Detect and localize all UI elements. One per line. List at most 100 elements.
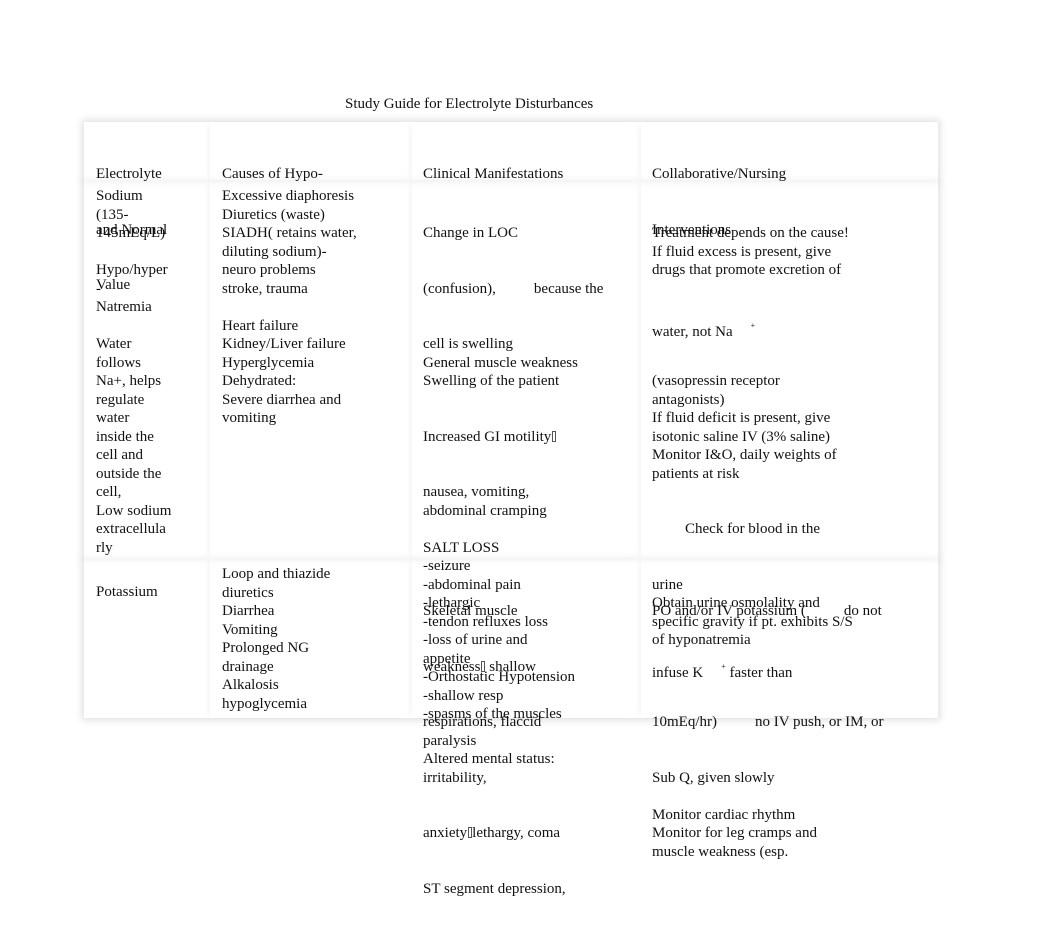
cell-text: because the bbox=[533, 280, 604, 297]
cell-line: Low sodium bbox=[96, 502, 172, 519]
cell-line: inside the bbox=[96, 428, 154, 445]
cell-line: (confusion), because the bbox=[423, 280, 641, 299]
cell-line: cell and bbox=[96, 447, 144, 463]
sodium-manifestations-cell: Change in LOC (confusion), because the ce… bbox=[412, 181, 641, 722]
header-interventions: Collaborative/Nursing Interventions bbox=[641, 122, 938, 238]
cell-text: anxiety bbox=[423, 825, 468, 841]
cell-line: outside the bbox=[96, 465, 162, 482]
cell-line: Kidney/Liver failure bbox=[222, 336, 346, 352]
cell-line: Hypo/hyper bbox=[96, 262, 168, 278]
cell-line: Dehydrated: bbox=[222, 373, 297, 389]
cell-line: Swelling of the patient bbox=[423, 373, 560, 389]
cell-line: neuro problems bbox=[222, 262, 316, 278]
cell-line: Hyperglycemia bbox=[222, 354, 315, 371]
cell-line: diuretics bbox=[222, 584, 274, 601]
cell-line: diluting sodium)- bbox=[222, 243, 327, 260]
cell-line: Diarrhea bbox=[222, 603, 275, 619]
header-electrolyte: Electrolyte and Normal Value bbox=[84, 122, 210, 293]
cell-line: Severe diarrhea and bbox=[222, 391, 342, 408]
cell-line: cell is swelling bbox=[423, 336, 513, 352]
cell-text: Increased GI motility bbox=[423, 428, 552, 445]
cell-line: Na+, helps bbox=[96, 373, 162, 389]
superscript-plus: + bbox=[750, 320, 756, 330]
cell-text: PO and/or IV potassium ( bbox=[652, 603, 806, 619]
cell-line: Sodium bbox=[96, 188, 143, 204]
potassium-causes-cell: Loop and thiazide diuretics Diarrhea Vomiti… bbox=[210, 559, 412, 718]
cell-line: Change in LOC bbox=[423, 225, 518, 241]
cell-line: Vomiting bbox=[222, 621, 278, 638]
header-manifestations: Clinical Manifestations bbox=[412, 122, 641, 182]
cell-line: SALT LOSS bbox=[423, 539, 500, 556]
cell-line bbox=[423, 520, 641, 539]
cell-line: Altered mental status: bbox=[423, 751, 555, 767]
cell-line: weakness shallow bbox=[423, 658, 641, 677]
cell-line: abdominal cramping bbox=[423, 502, 547, 519]
cell-line-group: cell is swelling General muscle weakness S… bbox=[423, 335, 641, 391]
cell-line: Alkalosis bbox=[222, 677, 279, 693]
cell-line-group: Treatment depends on the cause! If fluid … bbox=[652, 224, 938, 280]
cell-line: Heart failure bbox=[222, 317, 299, 334]
arrow-symbol-icon bbox=[552, 430, 557, 442]
cell-line: Excessive diaphoresis bbox=[222, 188, 355, 204]
cell-line-group: (vasopressin receptor antagonists) If flui… bbox=[652, 372, 938, 483]
potassium-electrolyte-cell: Potassium bbox=[84, 559, 210, 718]
cell-line: rly bbox=[96, 539, 113, 556]
cell-line: Natremia bbox=[96, 299, 152, 315]
cell-line: anxiety lethargy, coma bbox=[423, 824, 641, 843]
cell-line: extracellula bbox=[96, 521, 166, 537]
cell-line: irritability, bbox=[423, 769, 487, 786]
cell-line: Skeletal muscle bbox=[423, 603, 518, 619]
table-row-potassium: Potassium Loop and thiazide diuretics Diar… bbox=[84, 559, 938, 897]
cell-line: Treatment depends on the cause! bbox=[652, 225, 849, 241]
cell-line bbox=[222, 298, 412, 317]
cell-text: Check for blood in the bbox=[685, 521, 820, 537]
table-header-row: Electrolyte and Normal Value Causes of H… bbox=[84, 122, 938, 293]
sodium-electrolyte-cell: Sodium (135- 145mEq/L) Hypo/hyper - Natremia W… bbox=[84, 181, 210, 559]
cell-line-group: ST segment depression, bbox=[423, 880, 641, 899]
cell-line: vomiting bbox=[222, 410, 277, 426]
cell-text: no IV push, or IM, or bbox=[755, 714, 884, 730]
cell-line: patients at risk bbox=[652, 465, 740, 482]
document-title: Study Guide for Electrolyte Disturbances bbox=[345, 96, 594, 112]
cell-line: Monitor I&O, daily weights of bbox=[652, 447, 837, 463]
cell-text: weakness bbox=[423, 658, 481, 675]
cell-line: water bbox=[96, 410, 130, 426]
cell-line-group: Sub Q, given slowly Monitor cardiac rhyth… bbox=[652, 769, 938, 862]
cell-line: follows bbox=[96, 354, 141, 371]
cell-text: faster than bbox=[725, 664, 793, 681]
potassium-interventions-cell: PO and/or IV potassium (do not infuse K +… bbox=[641, 559, 938, 860]
cell-line bbox=[96, 243, 210, 262]
cell-text: (confusion), bbox=[423, 280, 496, 297]
cell-line bbox=[96, 317, 210, 336]
cell-line: isotonic saline IV (3% saline) bbox=[652, 428, 831, 445]
cell-line-group: respirations, flaccid paralysis Altered me… bbox=[423, 713, 641, 787]
table-row-sodium: Sodium (135- 145mEq/L) Hypo/hyper - Natremia W… bbox=[84, 181, 938, 722]
cell-line: antagonists) bbox=[652, 391, 725, 408]
cell-text: do not bbox=[843, 603, 882, 619]
cell-text: 10mEq/hr) bbox=[652, 714, 717, 730]
cell-line: - bbox=[96, 280, 101, 297]
cell-line: ST segment depression, bbox=[423, 880, 566, 897]
cell-line: drainage bbox=[222, 658, 274, 675]
cell-line: Monitor cardiac rhythm bbox=[652, 806, 796, 823]
cell-line: regulate bbox=[96, 391, 145, 408]
cell-line: respirations, flaccid bbox=[423, 714, 542, 730]
cell-line: If fluid excess is present, give bbox=[652, 243, 832, 260]
cell-line: water, not Na + bbox=[652, 317, 938, 340]
cell-line: (vasopressin receptor bbox=[652, 373, 780, 389]
sodium-interventions-cell: Treatment depends on the cause! If fluid … bbox=[641, 181, 938, 648]
cell-line: Increased GI motility bbox=[423, 428, 641, 447]
cell-line: Diuretics (waste) bbox=[222, 206, 325, 223]
cell-line: Water bbox=[96, 336, 132, 352]
cell-line: (135- bbox=[96, 206, 129, 223]
cell-line: Loop and thiazide bbox=[222, 566, 331, 582]
cell-text: infuse K bbox=[652, 664, 704, 681]
cell-line: 145mEq/L) bbox=[96, 225, 166, 241]
cell-line: PO and/or IV potassium ( do not bbox=[652, 602, 938, 621]
cell-line: Prolonged NG bbox=[222, 640, 310, 656]
cell-line: Check for blood in the bbox=[652, 520, 938, 539]
cell-text: lethargy, coma bbox=[472, 825, 561, 841]
cell-line: 10mEq/hr) no IV push, or IM, or bbox=[652, 713, 938, 732]
potassium-manifestations-cell: Skeletal muscle weakness shallow respira… bbox=[412, 559, 641, 897]
cell-line: Sub Q, given slowly bbox=[652, 769, 775, 786]
